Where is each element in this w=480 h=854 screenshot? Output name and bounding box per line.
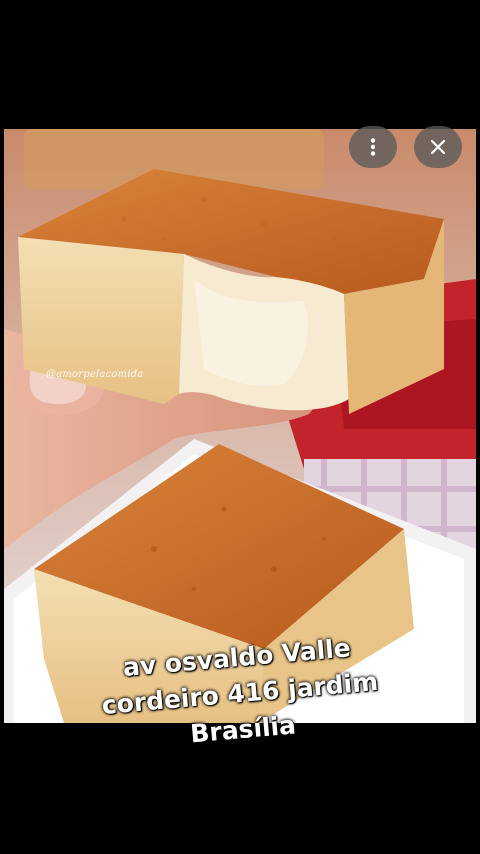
screen: @amorpelacomida av osvaldo Valle cordeir… xyxy=(0,0,480,854)
more-options-button[interactable] xyxy=(349,126,397,168)
close-icon xyxy=(430,139,446,155)
more-vert-icon xyxy=(370,138,376,156)
close-button[interactable] xyxy=(414,126,462,168)
photo-watermark: @amorpelacomida xyxy=(46,369,144,380)
